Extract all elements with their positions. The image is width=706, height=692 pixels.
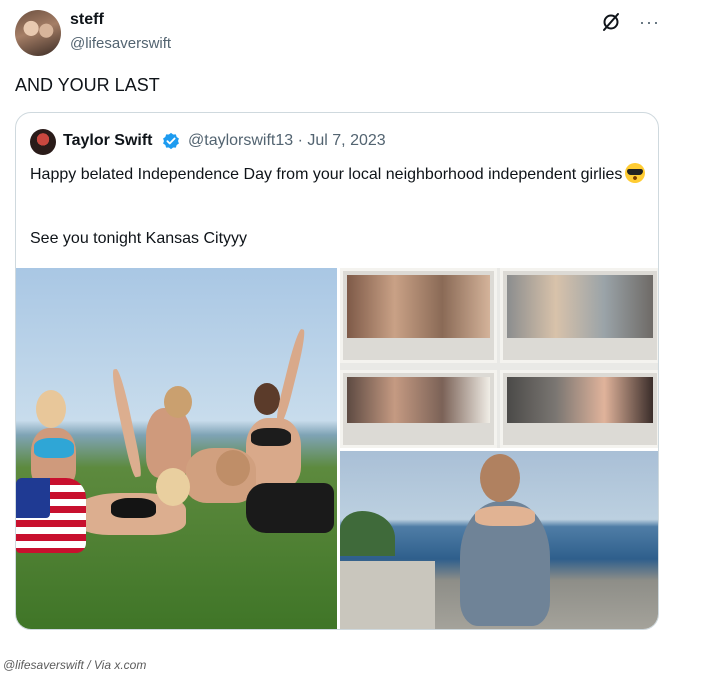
grok-slash-icon[interactable] [601,12,621,32]
figure-shape [274,328,308,423]
verified-badge-icon [163,132,179,150]
quoted-text-line: Happy belated Independence Day from your… [30,166,623,183]
figure-shape [251,428,291,446]
image-credit-caption: @lifesaverswift / Via x.com [3,658,147,672]
tweet-card: steff @lifesaverswift ··· AND YOUR LAST … [0,0,706,692]
media-grid [16,268,658,629]
figure-shape [111,498,156,518]
author-avatar[interactable] [15,10,61,56]
figure-shape [164,386,192,418]
polaroid-shape [340,268,497,363]
quoted-text-second-paragraph: See you tonight Kansas Cityyy [30,230,248,247]
figure-shape [34,438,74,458]
figure-shape [109,368,144,478]
sunglasses-emoji-icon [625,163,646,183]
woman-seated-by-ocean-photo[interactable] [340,451,658,629]
author-display-name[interactable]: steff [70,11,104,29]
quoted-handle-date[interactable]: @taylorswift13 · Jul 7, 2023 [188,132,386,150]
quoted-text: Happy belated Independence Day from your… [30,163,650,186]
polaroid-shape [500,370,658,448]
figure-shape [254,383,280,415]
more-horizontal-icon[interactable]: ··· [639,12,660,32]
shrub-shape [340,511,395,556]
quoted-author-name[interactable]: Taylor Swift [63,132,153,150]
author-handle[interactable]: @lifesaverswift [70,35,171,52]
figure-shape [216,450,250,486]
tweet-actions: ··· [601,12,660,32]
quoted-author-avatar[interactable] [30,129,56,155]
polaroid-shape [340,370,497,448]
figure-shape [246,483,334,533]
group-on-lawn-photo[interactable] [16,268,337,629]
american-flag-shape [16,478,86,553]
figure-shape [475,506,535,526]
figure-shape [36,390,66,428]
figure-shape [480,454,520,502]
polaroid-shape [500,268,658,363]
tweet-text: AND YOUR LAST [15,75,160,95]
figure-shape [156,468,190,506]
wall-shape [340,561,435,629]
polaroid-collage-photo[interactable] [340,268,658,448]
quoted-tweet[interactable]: Taylor Swift @taylorswift13 · Jul 7, 202… [15,112,659,630]
